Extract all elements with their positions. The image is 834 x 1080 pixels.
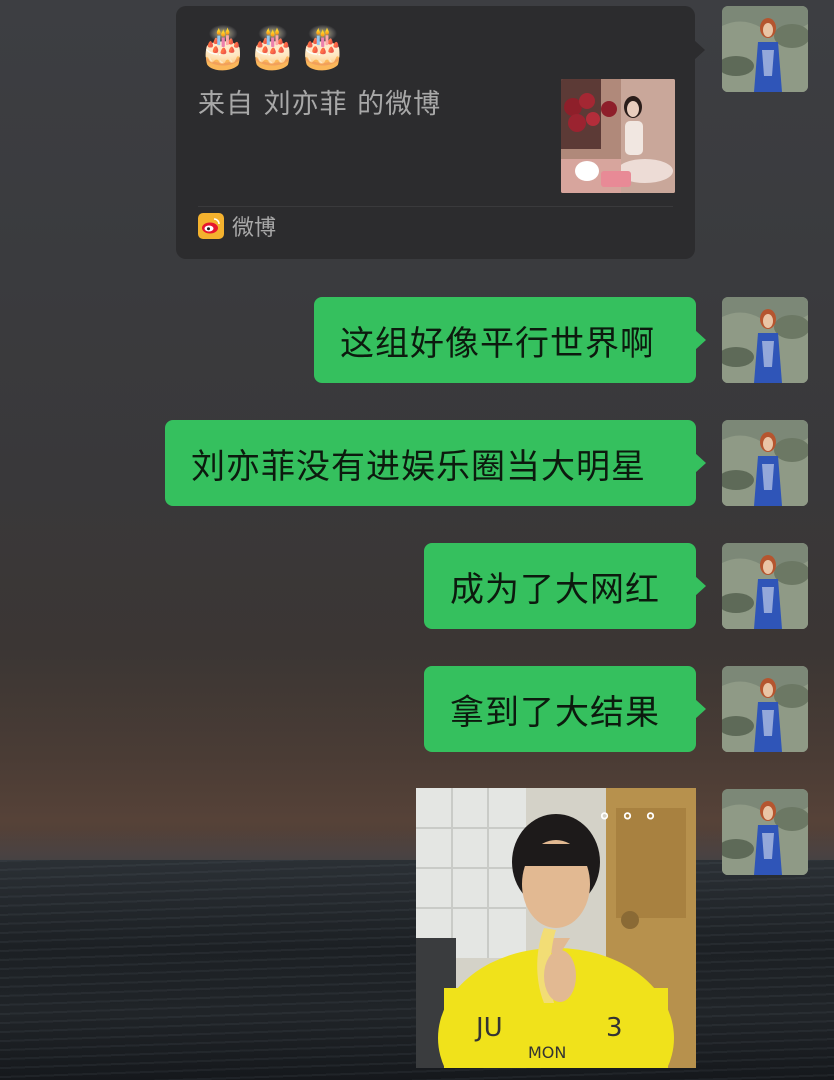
svg-text:MON: MON xyxy=(528,1043,566,1062)
shared-weibo-card[interactable]: 🎂🎂🎂 来自 刘亦菲 的微博 微博 xyxy=(176,6,705,259)
message-bubble[interactable]: 成为了大网红 xyxy=(424,543,706,629)
card-divider xyxy=(198,206,673,207)
card-thumbnail xyxy=(561,79,675,193)
svg-text:3: 3 xyxy=(606,1013,623,1043)
avatar[interactable] xyxy=(722,6,808,92)
avatar[interactable] xyxy=(722,420,808,506)
card-source: 微博 xyxy=(198,210,276,242)
message-bubble[interactable]: 这组好像平行世界啊 xyxy=(314,297,706,383)
card-source-label: 微博 xyxy=(232,216,277,241)
message-bubble[interactable]: 拿到了大结果 xyxy=(424,666,706,752)
message-text: 成为了大网红 xyxy=(450,569,660,610)
image-overlay-dots: °°° xyxy=(599,810,668,835)
message-text: 这组好像平行世界啊 xyxy=(340,323,655,364)
avatar[interactable] xyxy=(722,297,808,383)
message-text: 刘亦菲没有进娱乐圈当大明星 xyxy=(191,446,646,487)
weibo-icon xyxy=(198,213,224,239)
card-emoji-line: 🎂🎂🎂 xyxy=(198,25,348,71)
message-text: 拿到了大结果 xyxy=(450,692,660,733)
message-bubble[interactable]: 刘亦菲没有进娱乐圈当大明星 xyxy=(165,420,706,506)
avatar[interactable] xyxy=(722,789,808,875)
svg-text:JU: JU xyxy=(474,1013,503,1043)
image-message[interactable]: JU 3 MON °°° xyxy=(416,788,696,1068)
avatar[interactable] xyxy=(722,543,808,629)
avatar[interactable] xyxy=(722,666,808,752)
card-title: 来自 刘亦菲 的微博 xyxy=(198,89,442,120)
